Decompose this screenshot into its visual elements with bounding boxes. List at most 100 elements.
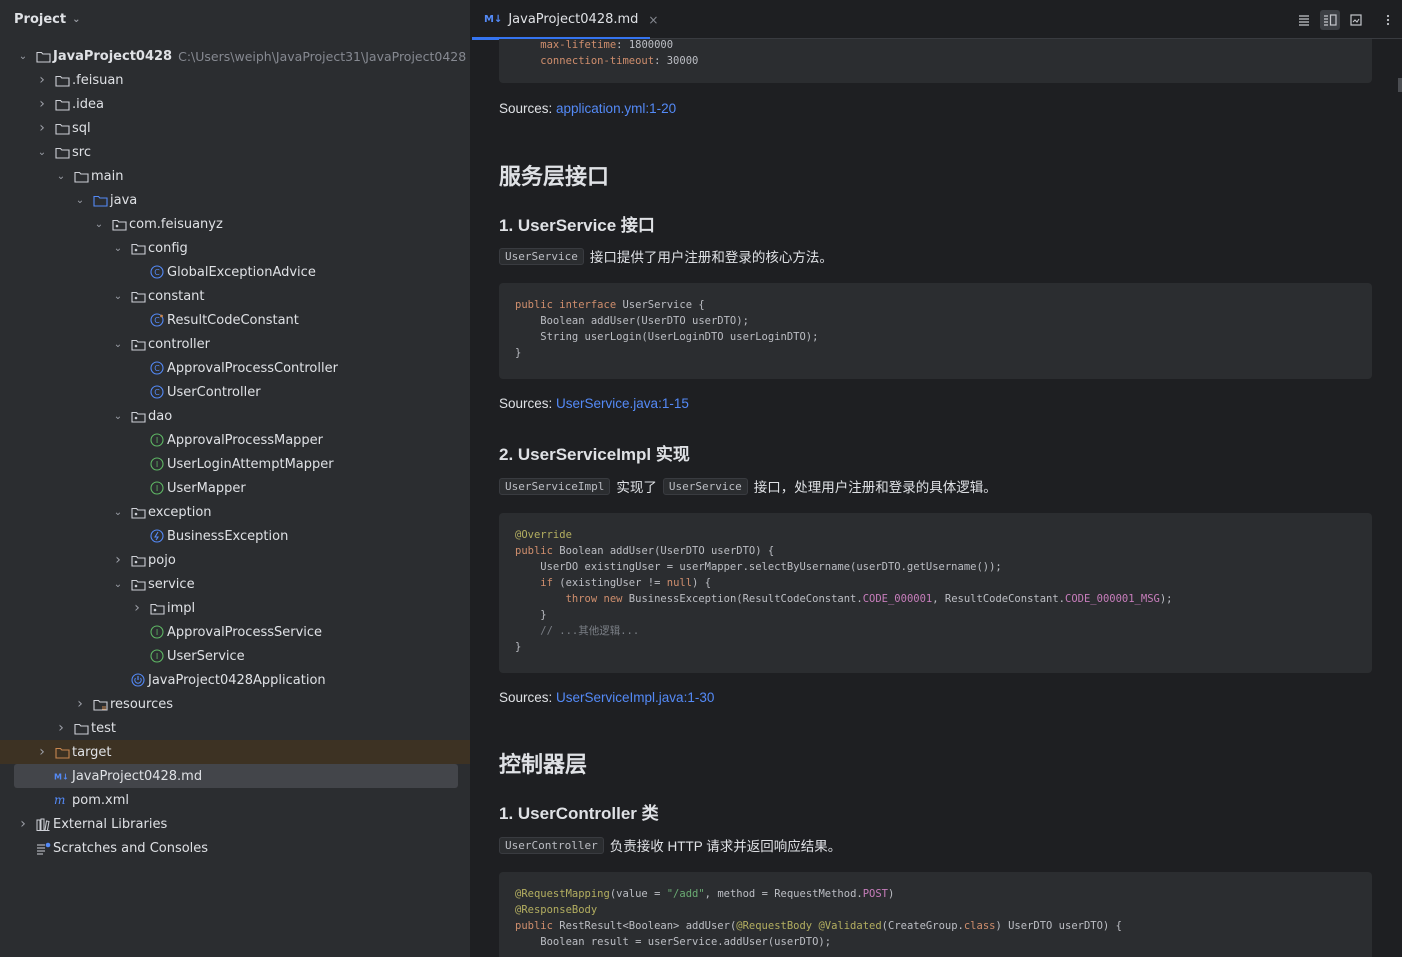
tree-item-globalexceptionadvice[interactable]: ›CGlobalExceptionAdvice <box>0 260 470 284</box>
svg-text:C: C <box>154 388 160 397</box>
tree-item-feisuan[interactable]: › .feisuan <box>0 68 470 92</box>
tree-item-label: dao <box>148 408 173 424</box>
source-link[interactable]: application.yml:1-20 <box>556 101 676 116</box>
chevron-right-icon[interactable]: › <box>36 72 48 88</box>
tree-item-userloginattemptmapper[interactable]: ›IUserLoginAttemptMapper <box>0 452 470 476</box>
svg-text:I: I <box>156 484 158 493</box>
tree-item-javaproject0428[interactable]: ⌄ JavaProject0428 C:\Users\weiph\JavaProje… <box>0 44 470 68</box>
chevron-down-icon[interactable]: ⌄ <box>74 195 86 206</box>
split-view-icon[interactable] <box>1320 10 1340 30</box>
tree-item-approvalprocessservice[interactable]: ›IApprovalProcessService <box>0 620 470 644</box>
tree-item-label: GlobalExceptionAdvice <box>167 264 316 280</box>
chevron-down-icon[interactable]: ⌄ <box>55 171 67 182</box>
chevron-down-icon[interactable]: ⌄ <box>112 243 124 254</box>
yaml-key: connection-timeout <box>515 55 655 67</box>
tree-item-external-libraries[interactable]: › External Libraries <box>0 812 470 836</box>
scrollbar-thumb[interactable] <box>1398 78 1402 92</box>
source-folder-icon <box>92 192 108 208</box>
chevron-right-icon[interactable]: › <box>36 744 48 760</box>
tree-item-businessexception[interactable]: ›BusinessException <box>0 524 470 548</box>
tree-item-usermapper[interactable]: ›IUserMapper <box>0 476 470 500</box>
editor-tab[interactable]: M↓ JavaProject0428.md × <box>472 0 658 40</box>
chevron-down-icon[interactable]: ⌄ <box>17 51 29 62</box>
tree-item-java[interactable]: ⌄ java <box>0 188 470 212</box>
preview-only-icon[interactable] <box>1346 10 1366 30</box>
chevron-right-icon[interactable]: › <box>55 720 67 736</box>
project-panel-header[interactable]: Project ⌄ <box>0 0 470 38</box>
tree-item-usercontroller[interactable]: ›CUserController <box>0 380 470 404</box>
tree-item-impl[interactable]: › impl <box>0 596 470 620</box>
tree-item-approvalprocessmapper[interactable]: ›IApprovalProcessMapper <box>0 428 470 452</box>
tree-item-target[interactable]: › target <box>0 740 470 764</box>
markdown-preview: max-lifetime: 1800000 connection-timeout… <box>499 39 1372 957</box>
sources-label: Sources: <box>499 101 557 116</box>
chevron-right-icon[interactable]: › <box>36 120 48 136</box>
tree-item-com-feisuanyz[interactable]: ⌄ com.feisuanyz <box>0 212 470 236</box>
close-icon[interactable]: × <box>648 13 658 27</box>
paragraph: UserServiceImpl 实现了 UserService 接口，处理用户注… <box>499 476 997 496</box>
chevron-down-icon[interactable]: ⌄ <box>72 14 80 25</box>
tree-item-idea[interactable]: › .idea <box>0 92 470 116</box>
chevron-down-icon[interactable]: ⌄ <box>112 579 124 590</box>
tree-item-service[interactable]: ⌄ service <box>0 572 470 596</box>
tree-item-scratches-and-consoles[interactable]: ›Scratches and Consoles <box>0 836 470 860</box>
chevron-right-icon[interactable]: › <box>131 600 143 616</box>
paragraph-text: 接口提供了用户注册和登录的核心方法。 <box>589 250 833 265</box>
chevron-right-icon[interactable]: › <box>74 696 86 712</box>
tree-item-dao[interactable]: ⌄ dao <box>0 404 470 428</box>
chevron-right-icon[interactable]: › <box>36 96 48 112</box>
tree-item-exception[interactable]: ⌄ exception <box>0 500 470 524</box>
tree-item-javaproject0428-md[interactable]: ›M↓JavaProject0428.md <box>14 764 458 788</box>
tree-item-controller[interactable]: ⌄ controller <box>0 332 470 356</box>
chevron-down-icon[interactable]: ⌄ <box>112 291 124 302</box>
tree-item-label: pom.xml <box>72 792 129 808</box>
chevron-right-icon[interactable]: › <box>17 816 29 832</box>
folder-icon <box>54 120 70 136</box>
editor-only-icon[interactable] <box>1294 10 1314 30</box>
chevron-down-icon[interactable]: ⌄ <box>112 411 124 422</box>
tree-item-approvalprocesscontroller[interactable]: ›CApprovalProcessController <box>0 356 470 380</box>
source-link[interactable]: UserService.java:1-15 <box>556 396 689 411</box>
svg-text:C: C <box>154 316 160 325</box>
tree-item-label: ApprovalProcessService <box>167 624 323 640</box>
tree-item-config[interactable]: ⌄ config <box>0 236 470 260</box>
more-actions-icon[interactable] <box>1378 10 1398 30</box>
section-heading: 控制器层 <box>499 752 588 777</box>
project-tree: ⌄ JavaProject0428 C:\Users\weiph\JavaProje… <box>0 44 470 860</box>
tree-item-pom-xml[interactable]: ›mpom.xml <box>0 788 470 812</box>
tree-item-label: constant <box>148 288 205 304</box>
tree-item-main[interactable]: ⌄ main <box>0 164 470 188</box>
chevron-down-icon[interactable]: ⌄ <box>112 507 124 518</box>
svg-text:C: C <box>154 364 160 373</box>
sources-line: Sources: application.yml:1-20 <box>499 101 676 116</box>
sources-label: Sources: <box>499 396 557 411</box>
paragraph: UserService 接口提供了用户注册和登录的核心方法。 <box>499 246 833 266</box>
tree-item-userservice[interactable]: ›IUserService <box>0 644 470 668</box>
folder-icon <box>73 720 89 736</box>
markdown-icon: M↓ <box>484 14 503 25</box>
chevron-down-icon[interactable]: ⌄ <box>36 147 48 158</box>
source-link[interactable]: UserServiceImpl.java:1-30 <box>556 690 714 705</box>
tree-item-pojo[interactable]: › pojo <box>0 548 470 572</box>
package-icon <box>130 408 146 424</box>
tree-item-constant[interactable]: ⌄ constant <box>0 284 470 308</box>
tree-item-sql[interactable]: › sql <box>0 116 470 140</box>
tree-item-label: JavaProject0428.md <box>72 768 203 784</box>
tree-item-resultcodeconstant[interactable]: ›CResultCodeConstant <box>0 308 470 332</box>
interface-icon: I <box>149 456 165 472</box>
paragraph-text: 实现了 <box>616 480 657 495</box>
code-block: public interface UserService { Boolean a… <box>499 283 1372 379</box>
tree-item-label: java <box>110 192 138 208</box>
chevron-right-icon[interactable]: › <box>112 552 124 568</box>
tree-item-javaproject0428application[interactable]: ›JavaProject0428Application <box>0 668 470 692</box>
chevron-down-icon[interactable]: ⌄ <box>112 339 124 350</box>
tree-item-label: UserLoginAttemptMapper <box>167 456 334 472</box>
tree-item-label: service <box>148 576 195 592</box>
tree-item-test[interactable]: › test <box>0 716 470 740</box>
tree-item-src[interactable]: ⌄ src <box>0 140 470 164</box>
chevron-down-icon[interactable]: ⌄ <box>93 219 105 230</box>
tree-item-label: UserService <box>167 648 245 664</box>
tree-item-label: .idea <box>72 96 104 112</box>
tree-item-label: main <box>91 168 124 184</box>
tree-item-resources[interactable]: › resources <box>0 692 470 716</box>
